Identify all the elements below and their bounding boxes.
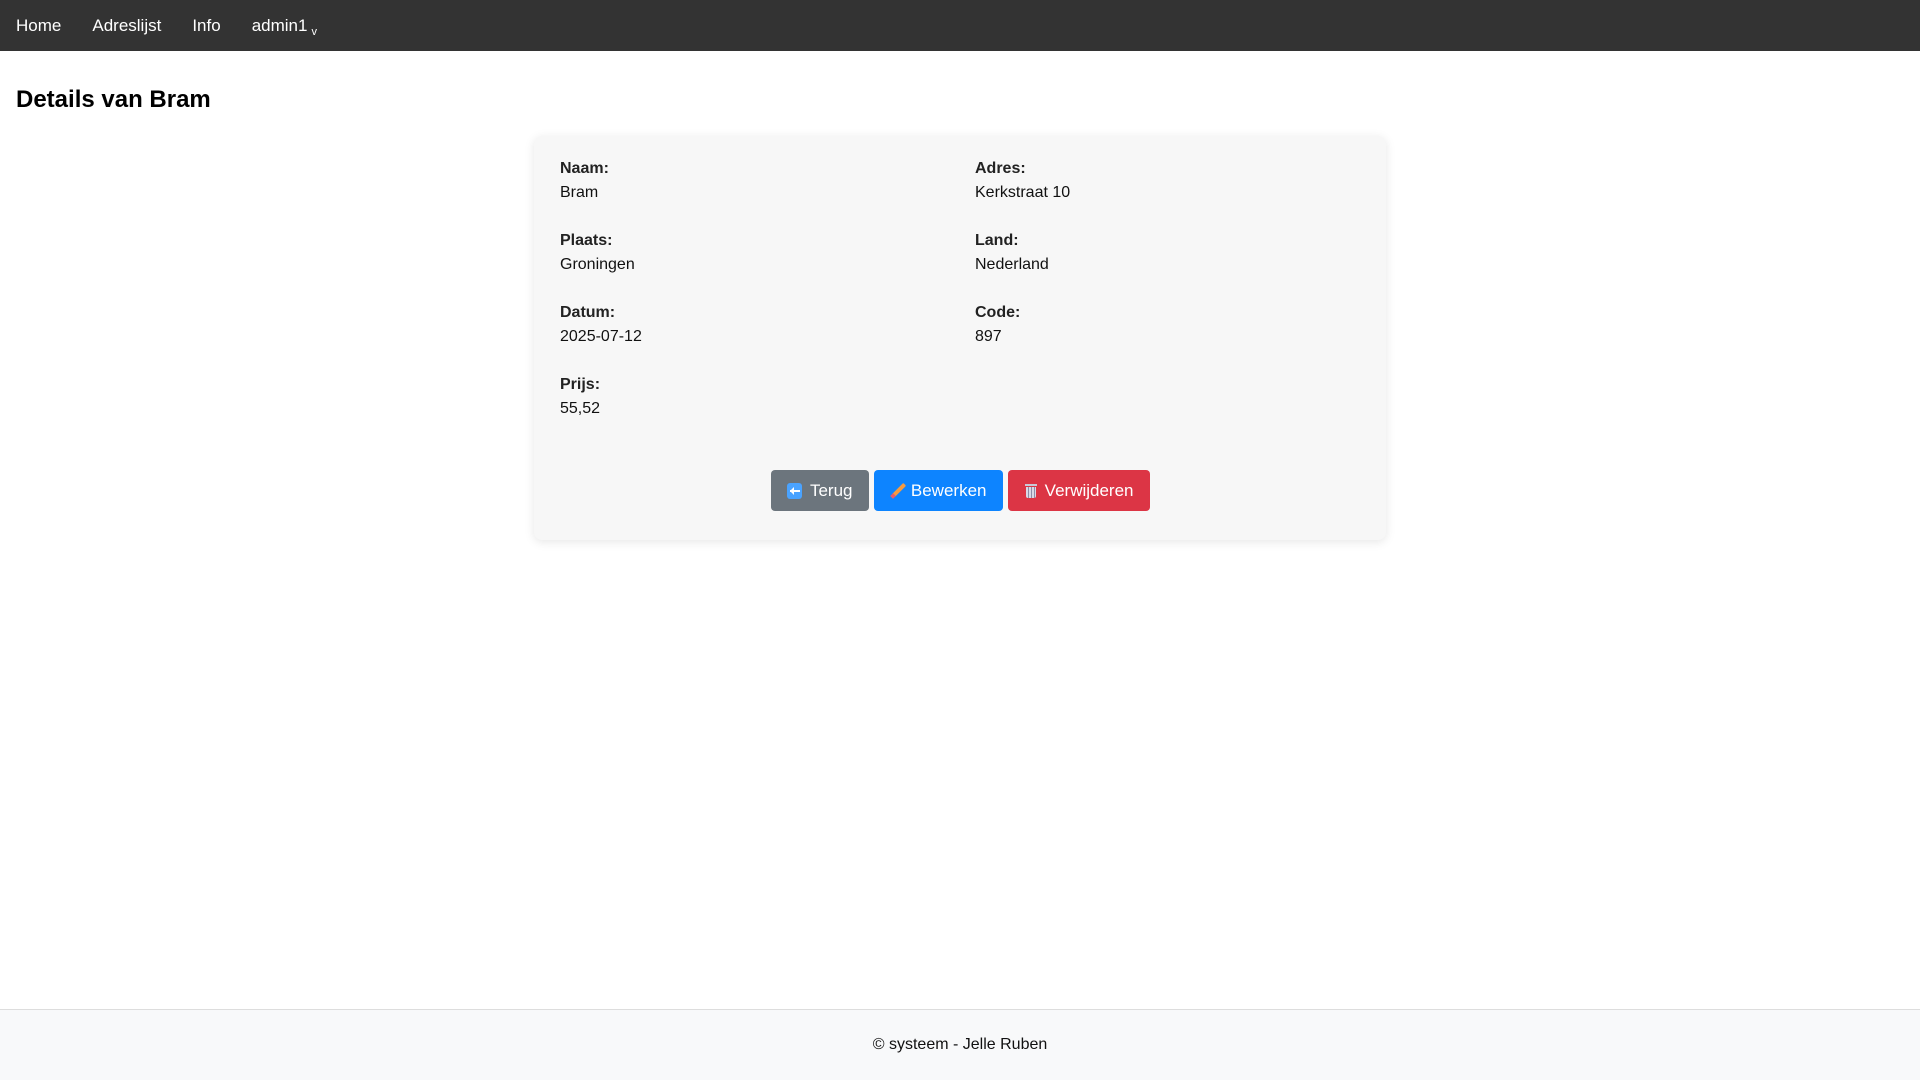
delete-button[interactable]: Verwijderen (1007, 470, 1150, 511)
field-plaats: Plaats: Groningen (560, 231, 940, 275)
field-label: Datum: (560, 304, 616, 321)
page-title: Details van Bram (16, 86, 211, 113)
field-value: 2025-07-12 (560, 328, 642, 345)
field-label: Naam: (560, 160, 609, 177)
top-navbar: Home Adreslijst Info admin1 v (0, 0, 1920, 51)
field-adres: Adres: Kerkstraat 10 (975, 159, 1355, 203)
back-button-label: Terug (809, 480, 853, 500)
field-label: Prijs: (560, 376, 601, 393)
field-value: Nederland (975, 256, 1049, 273)
back-arrow-icon (786, 482, 802, 499)
edit-button[interactable]: Bewerken (873, 470, 1003, 511)
field-value: 897 (975, 328, 1002, 345)
field-label: Code: (975, 304, 1021, 321)
page-footer: © systeem - Jelle Ruben (0, 1009, 1920, 1080)
field-value: Bram (560, 184, 599, 201)
details-card: Naam: Bram Adres: Kerkstraat 10 Plaats: … (534, 136, 1386, 540)
field-prijs: Prijs: 55,52 (560, 375, 940, 419)
nav-info-link[interactable]: Info (192, 16, 220, 36)
action-buttons: Terug Bewerken Verwijderen (534, 470, 1386, 511)
edit-button-label: Bewerken (910, 480, 987, 500)
field-label: Plaats: (560, 232, 613, 249)
pencil-icon (890, 483, 903, 499)
field-label: Land: (975, 232, 1019, 249)
trash-icon (1024, 483, 1037, 499)
field-datum: Datum: 2025-07-12 (560, 303, 940, 347)
nav-adreslijst-link[interactable]: Adreslijst (92, 16, 161, 36)
delete-button-label: Verwijderen (1044, 480, 1134, 500)
field-value: Groningen (560, 256, 635, 273)
chevron-down-icon: v (311, 25, 317, 38)
field-code: Code: 897 (975, 303, 1355, 347)
field-land: Land: Nederland (975, 231, 1355, 275)
field-naam: Naam: Bram (560, 159, 940, 203)
nav-home-link[interactable]: Home (16, 16, 61, 36)
user-menu-dropdown[interactable]: admin1 v (251, 15, 317, 38)
field-label: Adres: (975, 160, 1026, 177)
field-value: 55,52 (560, 400, 601, 417)
field-value: Kerkstraat 10 (975, 184, 1071, 201)
footer-text: © systeem - Jelle Ruben (872, 1036, 1048, 1053)
back-button[interactable]: Terug (770, 470, 869, 511)
user-menu-label: admin1 (251, 15, 308, 35)
